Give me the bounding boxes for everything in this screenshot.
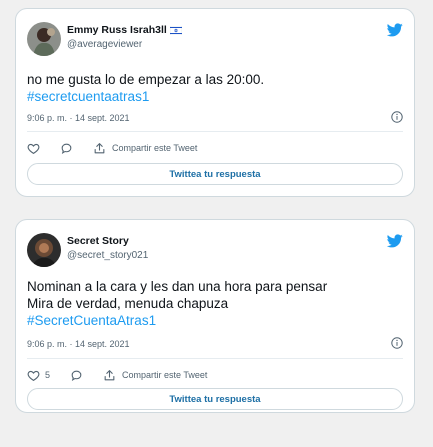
avatar[interactable] — [27, 233, 61, 267]
tweet-card[interactable]: Emmy Russ Israh3ll @averageviewer no me … — [15, 8, 415, 197]
action-bar: Compartir este Tweet — [27, 140, 403, 156]
tweet-text: Nominan a la cara y les dan una hora par… — [27, 278, 403, 329]
display-name[interactable]: Secret Story — [67, 235, 148, 248]
share-button[interactable]: Compartir este Tweet — [93, 142, 197, 155]
share-icon — [94, 142, 105, 153]
reply-icon-button[interactable] — [70, 369, 83, 382]
reply-icon-button[interactable] — [60, 142, 73, 155]
like-button[interactable]: 5 — [27, 369, 50, 382]
user-handle[interactable]: @averageviewer — [67, 38, 182, 51]
timestamp[interactable]: 9:06 p. m. · 14 sept. 2021 — [27, 113, 130, 123]
display-name-text[interactable]: Emmy Russ Israh3ll — [67, 24, 167, 37]
avatar[interactable] — [27, 22, 61, 56]
user-handle[interactable]: @secret_story021 — [67, 249, 148, 262]
reply-button[interactable]: Twittea tu respuesta — [27, 388, 403, 410]
display-name[interactable]: Emmy Russ Israh3ll — [67, 24, 182, 37]
divider — [27, 131, 403, 132]
like-count: 5 — [45, 370, 51, 380]
share-icon — [104, 369, 115, 380]
comment-icon — [61, 143, 72, 154]
israel-flag-icon — [169, 26, 182, 35]
divider — [27, 358, 403, 359]
tweet-card[interactable]: Secret Story @secret_story021 Nominan a … — [15, 219, 415, 413]
info-icon[interactable] — [391, 337, 403, 349]
share-button[interactable]: Compartir este Tweet — [103, 369, 207, 382]
tweet-text-line: Mira de verdad, menuda chapuza — [27, 296, 229, 311]
timestamp[interactable]: 9:06 p. m. · 14 sept. 2021 — [27, 339, 130, 349]
tweet-text: no me gusta lo de empezar a las 20:00. #… — [27, 71, 403, 105]
hashtag-link[interactable]: #secretcuentaatras1 — [27, 88, 403, 105]
share-label[interactable]: Compartir este Tweet — [122, 370, 207, 380]
hashtag-link[interactable]: #SecretCuentaAtras1 — [27, 312, 403, 329]
twitter-bird-icon[interactable] — [387, 23, 403, 37]
info-icon[interactable] — [391, 111, 403, 123]
share-label[interactable]: Compartir este Tweet — [112, 143, 197, 153]
action-bar: 5 Compartir este Tweet — [27, 367, 403, 383]
heart-icon — [27, 370, 40, 381]
comment-icon — [71, 370, 82, 381]
like-button[interactable] — [27, 142, 40, 155]
tweet-text-line: Nominan a la cara y les dan una hora par… — [27, 279, 328, 294]
tweet-text-line: no me gusta lo de empezar a las 20:00. — [27, 72, 265, 87]
heart-icon — [27, 143, 40, 154]
reply-button[interactable]: Twittea tu respuesta — [27, 163, 403, 185]
twitter-bird-icon[interactable] — [387, 234, 403, 248]
display-name-text[interactable]: Secret Story — [67, 235, 129, 248]
